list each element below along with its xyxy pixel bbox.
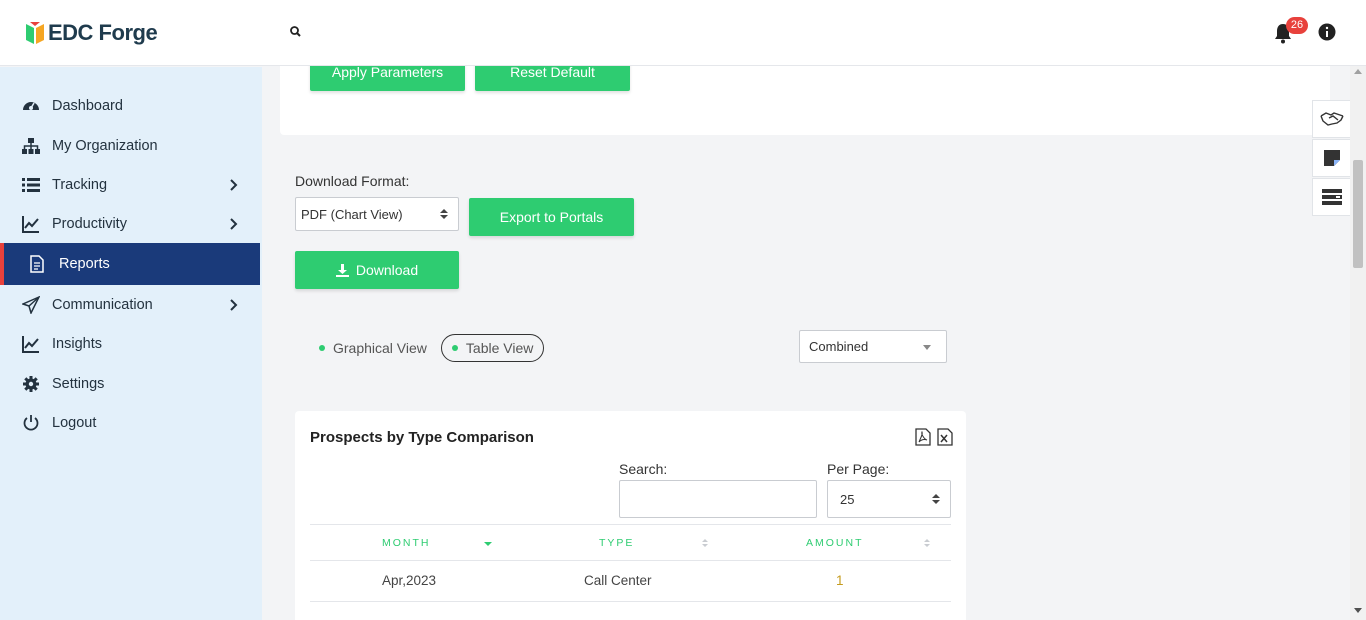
sidebar-item-communication[interactable]: Communication	[0, 285, 260, 325]
sidebar-item-reports[interactable]: Reports	[0, 243, 260, 285]
sort-desc-icon[interactable]	[484, 538, 492, 548]
sidebar-item-logout[interactable]: Logout	[0, 403, 260, 443]
sidebar-item-dashboard[interactable]: Dashboard	[0, 86, 260, 126]
select-arrows-icon	[440, 209, 448, 219]
per-page-label: Per Page:	[827, 461, 890, 477]
sidebar-item-label: My Organization	[52, 138, 158, 154]
excel-export-icon[interactable]	[936, 428, 954, 446]
column-header-amount[interactable]: AMOUNT	[806, 537, 864, 549]
sidebar-item-settings[interactable]: Settings	[0, 364, 260, 404]
notification-count-badge: 26	[1286, 17, 1308, 34]
sticky-note-tool-button[interactable]	[1312, 139, 1352, 177]
brand-name: EDC Forge	[48, 20, 158, 45]
sidebar-item-label: Settings	[52, 376, 105, 392]
sort-both-icon[interactable]	[701, 538, 709, 548]
graphical-view-option[interactable]: Graphical View	[309, 334, 437, 362]
chevron-right-icon	[230, 299, 238, 311]
handshake-tool-button[interactable]	[1312, 100, 1352, 138]
option-dot	[451, 345, 458, 351]
search-icon[interactable]	[288, 24, 304, 40]
download-format-select[interactable]: PDF (Chart View)	[295, 197, 459, 231]
chevron-right-icon	[230, 179, 238, 191]
line-chart-icon	[22, 216, 39, 233]
sidebar-item-label: Tracking	[52, 177, 108, 193]
per-page-select[interactable]: 25	[827, 480, 951, 518]
power-icon	[23, 415, 39, 431]
document-icon	[30, 255, 44, 273]
scrollbar-thumb[interactable]	[1353, 160, 1363, 268]
gear-icon	[23, 376, 39, 392]
table-view-label: Table View	[465, 340, 534, 356]
caret-down-icon	[923, 345, 931, 350]
page-scrollbar[interactable]	[1350, 66, 1366, 620]
chevron-right-icon	[230, 218, 238, 230]
table-header-row: MONTH TYPE AMOUNT	[310, 524, 951, 561]
download-format-value: PDF (Chart View)	[301, 206, 403, 222]
dashboard-gauge-icon	[23, 102, 39, 110]
table-search-input[interactable]	[619, 480, 817, 518]
info-icon[interactable]	[1318, 23, 1336, 41]
sidebar-item-label: Insights	[52, 336, 102, 352]
handshake-icon	[1320, 112, 1344, 126]
sidebar-item-label: Logout	[52, 415, 97, 431]
sidebar-item-label: Dashboard	[52, 98, 123, 114]
download-format-label: Download Format:	[295, 173, 410, 189]
prospects-table-card: Prospects by Type Comparison Search: Per…	[295, 411, 966, 620]
option-dot	[319, 345, 325, 351]
sidebar-item-label: Communication	[52, 297, 153, 313]
sidebar-item-tracking[interactable]: Tracking	[0, 165, 260, 205]
sidebar: Dashboard My Organization Tracking Produ…	[0, 67, 262, 620]
per-page-value: 25	[840, 491, 855, 507]
sticky-note-icon	[1324, 150, 1340, 166]
table-row: Apr,2023 Call Center 1	[310, 561, 951, 602]
top-header: EDC Forge 26	[0, 0, 1366, 66]
sidebar-item-insights[interactable]: Insights	[0, 324, 260, 364]
select-arrows-icon	[932, 494, 940, 504]
sort-both-icon[interactable]	[923, 538, 931, 548]
cell-type: Call Center	[584, 573, 652, 588]
download-icon	[335, 263, 349, 277]
download-button-label: Download	[355, 262, 419, 278]
list-icon	[22, 178, 40, 192]
column-header-month[interactable]: MONTH	[382, 537, 431, 549]
table-view-option[interactable]: Table View	[440, 334, 545, 362]
view-mode-value: Combined	[809, 339, 869, 354]
brand-shield-icon	[26, 22, 44, 44]
column-header-type[interactable]: TYPE	[599, 537, 634, 549]
paper-plane-icon	[22, 296, 40, 314]
export-to-portals-button[interactable]: Export to Portals	[469, 198, 634, 236]
scroll-up-arrow-icon[interactable]	[1354, 69, 1362, 74]
scroll-down-arrow-icon[interactable]	[1354, 608, 1362, 613]
view-toggle: Graphical View Table View	[309, 334, 545, 362]
search-label: Search:	[619, 461, 668, 477]
graphical-view-label: Graphical View	[333, 340, 427, 356]
sidebar-item-label: Productivity	[52, 216, 127, 232]
table-title: Prospects by Type Comparison	[310, 429, 534, 446]
sidebar-item-my-organization[interactable]: My Organization	[0, 126, 260, 166]
server-tool-button[interactable]	[1312, 178, 1352, 216]
brand-logo[interactable]: EDC Forge	[24, 20, 158, 46]
pdf-export-icon[interactable]	[914, 428, 932, 446]
sidebar-item-productivity[interactable]: Productivity	[0, 204, 260, 244]
server-list-icon	[1322, 189, 1342, 205]
view-mode-select[interactable]: Combined	[799, 330, 947, 363]
cell-amount: 1	[836, 573, 844, 588]
floating-toolbar	[1312, 100, 1352, 217]
trend-chart-icon	[22, 336, 39, 353]
download-button[interactable]: Download	[295, 251, 459, 289]
sidebar-item-label: Reports	[59, 256, 110, 272]
org-chart-icon	[22, 138, 40, 154]
cell-month: Apr,2023	[382, 573, 437, 588]
